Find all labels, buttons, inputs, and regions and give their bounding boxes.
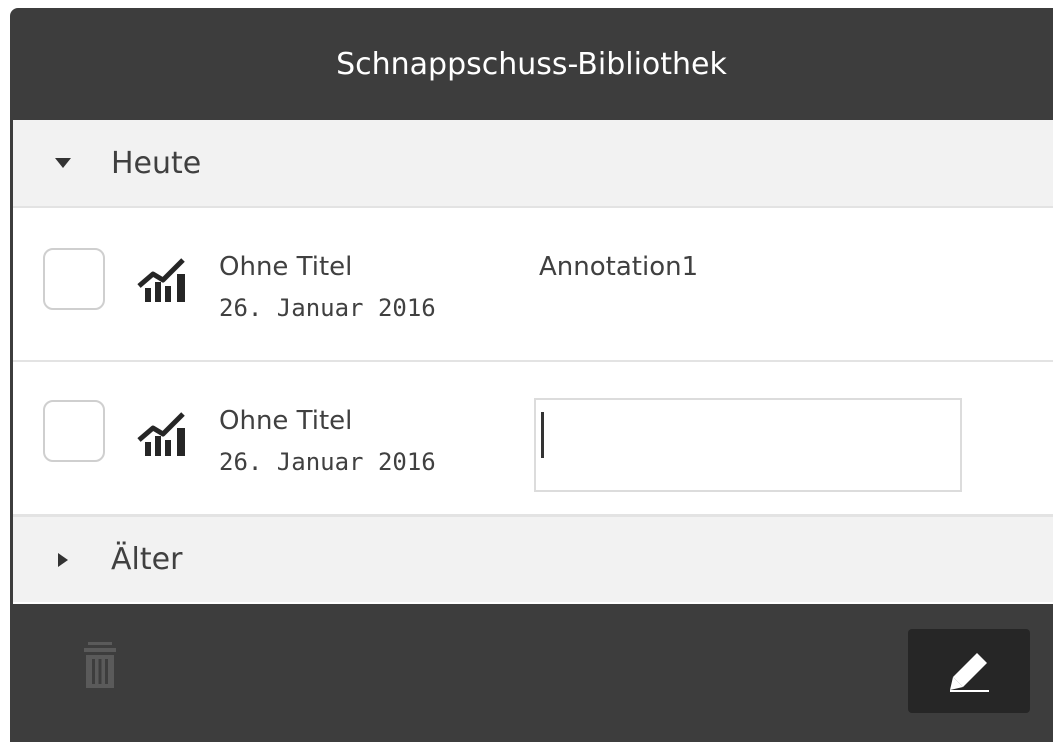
snapshot-title: Ohne Titel [219, 252, 353, 282]
dialog-title: Schnappschuss-Bibliothek [336, 46, 727, 82]
pencil-icon [950, 653, 989, 692]
group-label-today: Heute [111, 145, 202, 181]
trash-icon[interactable] [80, 640, 120, 690]
snapshot-row[interactable]: Ohne Titel 26. Januar 2016 Annotation1 [13, 208, 1053, 362]
snapshot-row[interactable]: Ohne Titel 26. Januar 2016 [13, 362, 1053, 516]
snapshot-checkbox[interactable] [43, 248, 105, 310]
caret-right-icon [53, 552, 73, 568]
snapshot-library-dialog: Schnappschuss-Bibliothek Heute Ohne Tite… [10, 8, 1053, 742]
snapshot-annotation[interactable]: Annotation1 [539, 252, 698, 282]
chart-snapshot-icon [137, 412, 185, 456]
snapshot-date: 26. Januar 2016 [219, 448, 436, 476]
group-header-today[interactable]: Heute [13, 120, 1053, 208]
group-header-older[interactable]: Älter [13, 516, 1053, 602]
snapshot-list: Heute Ohne Titel 26. Januar 2016 Annotat… [13, 120, 1053, 604]
dialog-footer [10, 604, 1053, 742]
caret-down-icon [53, 157, 73, 169]
snapshot-title: Ohne Titel [219, 406, 353, 436]
chart-snapshot-icon [137, 258, 185, 302]
edit-button[interactable] [908, 629, 1030, 713]
annotation-input[interactable] [534, 398, 962, 492]
snapshot-checkbox[interactable] [43, 400, 105, 462]
dialog-title-bar: Schnappschuss-Bibliothek [10, 8, 1053, 120]
group-label-older: Älter [111, 542, 183, 577]
text-cursor [541, 412, 544, 458]
snapshot-date: 26. Januar 2016 [219, 294, 436, 322]
